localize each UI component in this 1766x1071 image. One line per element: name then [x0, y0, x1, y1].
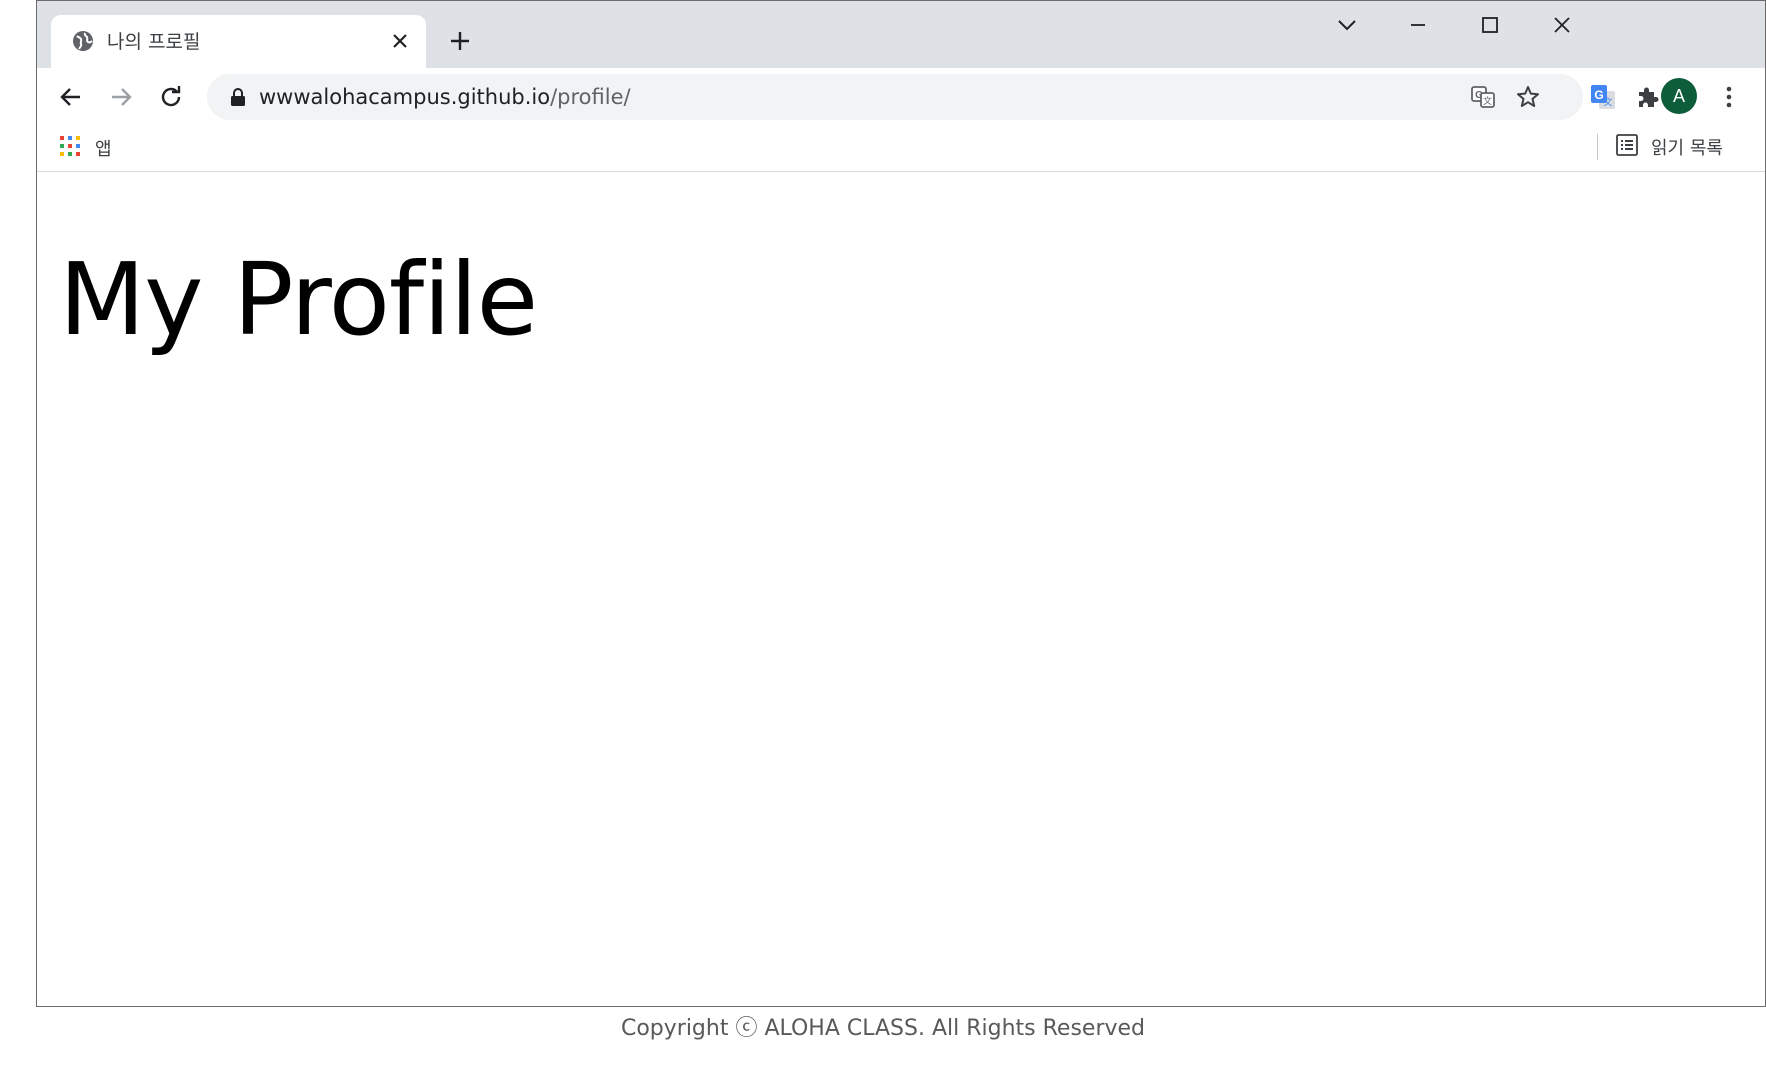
- page-content: My Profile: [37, 173, 1765, 1006]
- minimize-icon[interactable]: [1393, 11, 1443, 39]
- page-title: My Profile: [59, 241, 538, 358]
- apps-grid-icon: [59, 135, 81, 161]
- avatar[interactable]: A: [1661, 78, 1697, 114]
- translate-icon[interactable]: G 文: [1469, 83, 1497, 111]
- tab-title: 나의 프로필: [107, 31, 201, 53]
- address-bar[interactable]: wwwalohacampus.github.io/profile/ G 文: [207, 74, 1583, 120]
- apps-shortcut[interactable]: 앱: [59, 134, 112, 162]
- puzzle-icon[interactable]: [1632, 82, 1662, 112]
- toolbar: wwwalohacampus.github.io/profile/ G 文 G …: [37, 68, 1765, 126]
- forward-arrow-icon[interactable]: [106, 82, 136, 112]
- svg-text:文: 文: [1483, 95, 1492, 107]
- plus-icon[interactable]: [448, 29, 472, 53]
- star-icon[interactable]: [1514, 83, 1542, 111]
- kebab-menu-icon[interactable]: [1714, 82, 1744, 112]
- apps-label: 앱: [95, 139, 112, 160]
- reading-list-icon: [1615, 133, 1639, 161]
- close-icon[interactable]: [390, 31, 410, 51]
- reading-list-button[interactable]: 읽기 목록: [1615, 132, 1723, 162]
- svg-text:G: G: [1594, 88, 1603, 102]
- url-host: wwwalohacampus.github.io: [259, 85, 551, 109]
- close-icon[interactable]: [1537, 11, 1587, 39]
- bookmarks-divider: [1597, 134, 1598, 160]
- lock-icon[interactable]: [229, 87, 247, 107]
- back-arrow-icon[interactable]: [56, 82, 86, 112]
- copyright-footer: Copyright ⓒ ALOHA CLASS. All Rights Rese…: [620, 1016, 1146, 1041]
- reading-list-label: 읽기 목록: [1651, 138, 1723, 159]
- reload-icon[interactable]: [156, 82, 186, 112]
- tab-strip: 나의 프로필: [37, 1, 1765, 68]
- url-path: /profile/: [550, 85, 631, 109]
- url-text[interactable]: wwwalohacampus.github.io/profile/: [259, 85, 631, 109]
- browser-window: 나의 프로필 wwwalohacampus.github.io/profile/…: [36, 0, 1766, 1007]
- bookmarks-bar: 앱 읽기 목록: [37, 126, 1765, 172]
- maximize-icon[interactable]: [1465, 11, 1515, 39]
- globe-icon: [71, 29, 95, 53]
- chevron-down-icon[interactable]: [1322, 11, 1372, 39]
- svg-text:文: 文: [1603, 96, 1612, 108]
- google-translate-icon[interactable]: G 文: [1588, 82, 1618, 112]
- active-tab[interactable]: 나의 프로필: [51, 15, 426, 68]
